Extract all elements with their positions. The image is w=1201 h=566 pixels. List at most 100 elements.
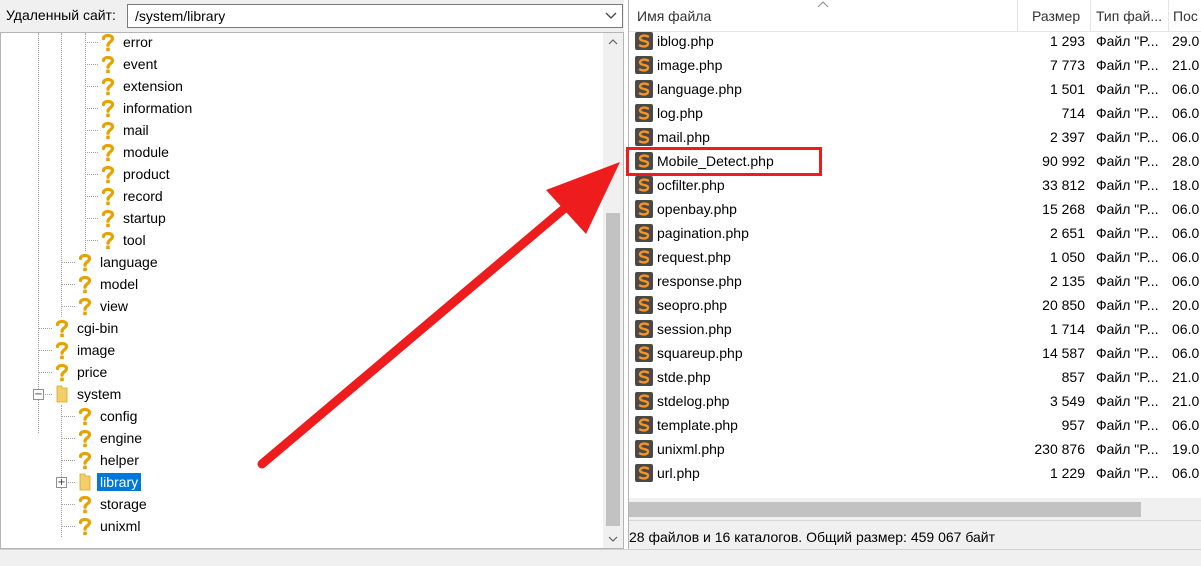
tree-item-mail[interactable]: mail: [99, 119, 152, 141]
tree-item-language[interactable]: language: [76, 251, 161, 273]
file-row[interactable]: pagination.php 2 651 Файл "P... 06.0: [629, 221, 1201, 245]
tree-item-label[interactable]: engine: [97, 429, 145, 447]
file-name: stde.php: [657, 369, 711, 385]
file-row[interactable]: log.php 714 Файл "P... 06.0: [629, 101, 1201, 125]
file-modified: 06.0: [1172, 345, 1200, 361]
scroll-down-icon[interactable]: [603, 530, 623, 548]
column-header-name[interactable]: Имя файла: [629, 0, 1018, 32]
tree-item-record[interactable]: record: [99, 185, 166, 207]
file-name: iblog.php: [657, 33, 714, 49]
tree-item-label[interactable]: storage: [97, 495, 150, 513]
tree-connector: [38, 372, 52, 373]
tree-item-label[interactable]: information: [120, 99, 195, 117]
tree-item-startup[interactable]: startup: [99, 207, 169, 229]
tree-item-view[interactable]: view: [76, 295, 131, 317]
tree-item-tool[interactable]: tool: [99, 229, 149, 251]
tree-item-label[interactable]: record: [120, 187, 166, 205]
file-row[interactable]: url.php 1 229 Файл "P... 06.0: [629, 461, 1201, 485]
tree-item-label[interactable]: event: [120, 55, 160, 73]
tree-item-label[interactable]: image: [74, 341, 118, 359]
file-row[interactable]: response.php 2 135 Файл "P... 06.0: [629, 269, 1201, 293]
file-type: Файл "P...: [1096, 441, 1159, 457]
tree-item-library[interactable]: library: [76, 471, 142, 493]
column-header-type[interactable]: Тип фай...: [1091, 0, 1169, 32]
tree-connector: [85, 218, 98, 219]
tree-scroll-thumb[interactable]: [606, 213, 620, 526]
file-row[interactable]: session.php 1 714 Файл "P... 06.0: [629, 317, 1201, 341]
tree-item-storage[interactable]: storage: [76, 493, 150, 515]
tree-item-label[interactable]: product: [120, 165, 173, 183]
file-modified: 19.0: [1172, 441, 1200, 457]
tree-connector: [61, 262, 75, 263]
file-name: language.php: [657, 81, 742, 97]
file-modified: 06.0: [1172, 273, 1200, 289]
tree-item-label[interactable]: library: [97, 473, 142, 491]
tree-item-module[interactable]: module: [99, 141, 172, 163]
file-row[interactable]: request.php 1 050 Файл "P... 06.0: [629, 245, 1201, 269]
file-row[interactable]: unixml.php 230 876 Файл "P... 19.0: [629, 437, 1201, 461]
chevron-down-icon[interactable]: [600, 5, 622, 27]
collapse-icon[interactable]: −: [33, 389, 44, 400]
tree-item-label[interactable]: module: [120, 143, 172, 161]
file-type: Файл "P...: [1096, 321, 1159, 337]
scroll-up-icon[interactable]: [603, 33, 623, 51]
tree-item-cgi-bin[interactable]: cgi-bin: [53, 317, 121, 339]
tree-item-error[interactable]: error: [99, 33, 156, 53]
question-icon: [99, 230, 117, 250]
tree-item-price[interactable]: price: [53, 361, 110, 383]
tree-item-system[interactable]: system: [53, 383, 124, 405]
file-size: 957: [1061, 417, 1085, 433]
tree-item-helper[interactable]: helper: [76, 449, 142, 471]
file-row[interactable]: mail.php 2 397 Файл "P... 06.0: [629, 125, 1201, 149]
file-row[interactable]: seopro.php 20 850 Файл "P... 20.0: [629, 293, 1201, 317]
tree-item-extension[interactable]: extension: [99, 75, 186, 97]
file-row[interactable]: ocfilter.php 33 812 Файл "P... 18.0: [629, 173, 1201, 197]
tree-item-label[interactable]: extension: [120, 77, 186, 95]
file-list-horizontal-scrollbar[interactable]: [629, 498, 1201, 520]
tree-item-information[interactable]: information: [99, 97, 195, 119]
tree-item-image[interactable]: image: [53, 339, 118, 361]
file-modified: 06.0: [1172, 129, 1200, 145]
tree-item-label[interactable]: view: [97, 297, 131, 315]
horizontal-scroll-thumb[interactable]: [629, 502, 1141, 517]
file-type: Файл "P...: [1096, 105, 1159, 121]
tree-item-label[interactable]: tool: [120, 231, 149, 249]
tree-item-unixml[interactable]: unixml: [76, 515, 143, 537]
tree-item-engine[interactable]: engine: [76, 427, 145, 449]
tree-item-label[interactable]: error: [120, 33, 156, 51]
remote-path-value[interactable]: /system/library: [135, 8, 225, 24]
file-row[interactable]: template.php 957 Файл "P... 06.0: [629, 413, 1201, 437]
tree-item-model[interactable]: model: [76, 273, 141, 295]
tree-item-label[interactable]: mail: [120, 121, 152, 139]
tree-item-label[interactable]: startup: [120, 209, 169, 227]
file-list[interactable]: iblog.php 1 293 Файл "P... 29.0 image.php 7 7…: [629, 32, 1201, 498]
tree-item-event[interactable]: event: [99, 53, 160, 75]
expand-icon[interactable]: +: [56, 477, 67, 488]
tree-item-label[interactable]: helper: [97, 451, 142, 469]
remote-path-combobox[interactable]: /system/library: [127, 4, 623, 28]
file-row[interactable]: squareup.php 14 587 Файл "P... 06.0: [629, 341, 1201, 365]
tree-item-label[interactable]: system: [74, 385, 124, 403]
tree-item-product[interactable]: product: [99, 163, 173, 185]
file-size: 1 229: [1049, 465, 1085, 481]
tree-item-label[interactable]: cgi-bin: [74, 319, 121, 337]
file-row[interactable]: stdelog.php 3 549 Файл "P... 21.0: [629, 389, 1201, 413]
file-row[interactable]: stde.php 857 Файл "P... 21.0: [629, 365, 1201, 389]
column-header-size[interactable]: Размер: [1018, 0, 1091, 32]
tree-connector: [61, 284, 75, 285]
file-row[interactable]: image.php 7 773 Файл "P... 21.0: [629, 53, 1201, 77]
remote-directory-tree[interactable]: error event extension information mail module…: [0, 32, 624, 549]
tree-item-label[interactable]: config: [97, 407, 140, 425]
tree-item-label[interactable]: price: [74, 363, 110, 381]
file-size: 1 050: [1049, 249, 1085, 265]
tree-item-label[interactable]: unixml: [97, 517, 143, 535]
tree-item-config[interactable]: config: [76, 405, 140, 427]
file-row[interactable]: openbay.php 15 268 Файл "P... 06.0: [629, 197, 1201, 221]
tree-vertical-scrollbar[interactable]: [603, 33, 623, 548]
php-file-icon: [635, 200, 653, 218]
file-row[interactable]: language.php 1 501 Файл "P... 06.0: [629, 77, 1201, 101]
column-header-modified[interactable]: Пос: [1169, 0, 1201, 32]
tree-item-label[interactable]: model: [97, 275, 141, 293]
file-row[interactable]: iblog.php 1 293 Файл "P... 29.0: [629, 32, 1201, 53]
tree-item-label[interactable]: language: [97, 253, 161, 271]
